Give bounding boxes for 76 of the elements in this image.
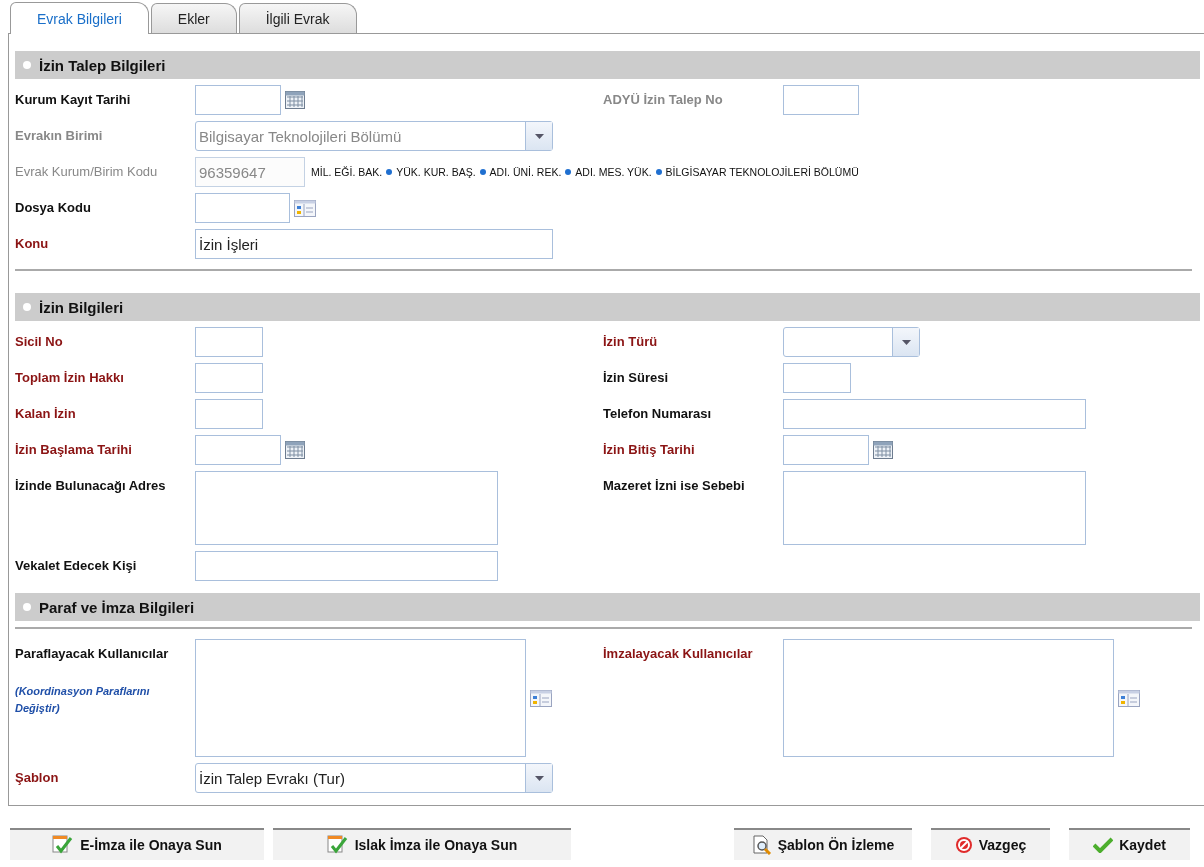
- text-field[interactable]: [195, 551, 498, 581]
- tab[interactable]: Ekler: [150, 3, 237, 33]
- field-label: İmzalayacak Kullanıcılar: [603, 645, 754, 663]
- dropdown-arrow-icon: [534, 775, 544, 781]
- field-label: İzinde Bulunacağı Adres: [15, 477, 167, 495]
- field-label: ADYÜ İzin Talep No: [603, 91, 724, 109]
- action-button[interactable]: Kaydet: [1069, 828, 1190, 860]
- unit-path-item: BİLGİSAYAR TEKNOLOJİLERİ BÖLÜMÜ: [665, 166, 859, 178]
- unit-path-item: YÜK. KUR. BAŞ.: [396, 166, 476, 178]
- prohibited-icon: [954, 836, 973, 854]
- field-label: İzin Süresi: [603, 369, 670, 387]
- action-button[interactable]: Vazgeç: [931, 828, 1050, 860]
- separator-dot-icon: [655, 169, 662, 175]
- text-field[interactable]: [783, 399, 1086, 429]
- text-area[interactable]: [783, 471, 1086, 545]
- field-label: Sicil No: [15, 333, 64, 351]
- text-field[interactable]: [195, 363, 263, 393]
- field-label: İzin Başlama Tarihi: [15, 441, 133, 459]
- tab[interactable]: İlgili Evrak: [238, 3, 357, 33]
- action-button[interactable]: E-İmza ile Onaya Sun: [10, 828, 264, 860]
- dropdown-field[interactable]: [783, 327, 920, 357]
- list-icon[interactable]: [294, 199, 316, 217]
- calendar-icon[interactable]: [873, 441, 893, 459]
- field-label: Evrakın Birimi: [15, 127, 104, 145]
- text-field[interactable]: [783, 85, 859, 115]
- field-label: Şablon: [15, 769, 60, 787]
- field-label: İzin Bitiş Tarihi: [603, 441, 696, 459]
- document-magnifier-icon: [751, 835, 772, 855]
- field-label: Toplam İzin Hakkı: [15, 369, 125, 387]
- field-label: Kurum Kayıt Tarihi: [15, 91, 132, 109]
- unit-path-item: ADI. ÜNİ. REK.: [489, 166, 562, 178]
- action-button[interactable]: Islak İmza ile Onaya Sun: [273, 828, 571, 860]
- field-label: Telefon Numarası: [603, 405, 713, 423]
- unit-path-item: MİL. EĞİ. BAK.: [311, 166, 383, 178]
- text-field[interactable]: [195, 85, 281, 115]
- separator-dot-icon: [386, 169, 393, 175]
- field-label: Konu: [15, 235, 50, 253]
- field-label: Mazeret İzni ise Sebebi: [603, 477, 746, 495]
- bullet-icon: [23, 303, 31, 311]
- document-check-icon: [326, 835, 349, 855]
- field-label: Paraflayacak Kullanıcılar: [15, 645, 170, 661]
- user-list-box[interactable]: [783, 639, 1114, 757]
- bullet-icon: [23, 61, 31, 69]
- text-field[interactable]: [195, 435, 281, 465]
- text-field[interactable]: [195, 399, 263, 429]
- calendar-icon[interactable]: [285, 441, 305, 459]
- field-label: Evrak Kurum/Birim Kodu: [15, 163, 159, 181]
- dropdown-arrow-icon: [534, 133, 544, 139]
- text-area[interactable]: [195, 471, 498, 545]
- check-icon: [1093, 837, 1114, 853]
- calendar-icon[interactable]: [285, 91, 305, 109]
- coordination-link[interactable]: (Koordinasyon Paraflarını Değiştir): [15, 683, 165, 716]
- list-icon[interactable]: [1118, 689, 1140, 707]
- section-title: İzin Talep Bilgileri: [39, 56, 166, 74]
- section-title: Paraf ve İmza Bilgileri: [39, 598, 195, 616]
- text-field[interactable]: [783, 435, 869, 465]
- text-field[interactable]: [783, 363, 851, 393]
- text-field[interactable]: [195, 327, 263, 357]
- action-button[interactable]: Şablon Ön İzleme: [734, 828, 912, 860]
- separator-dot-icon: [479, 169, 486, 175]
- dropdown-arrow-icon: [901, 339, 911, 345]
- bullet-icon: [23, 603, 31, 611]
- user-list-box[interactable]: [195, 639, 526, 757]
- field-label: Dosya Kodu: [15, 199, 92, 217]
- document-check-icon: [52, 835, 75, 855]
- section-title: İzin Bilgileri: [39, 298, 124, 316]
- text-field[interactable]: [195, 193, 290, 223]
- field-label: İzin Türü: [603, 333, 659, 351]
- unit-path-item: ADI. MES. YÜK.: [575, 166, 652, 178]
- tab[interactable]: Evrak Bilgileri: [10, 2, 149, 34]
- list-icon[interactable]: [530, 689, 552, 707]
- text-field[interactable]: İzin İşleri: [195, 229, 553, 259]
- dropdown-field[interactable]: İzin Talep Evrakı (Tur): [195, 763, 553, 793]
- field-label: Vekalet Edecek Kişi: [15, 557, 138, 575]
- separator-dot-icon: [565, 169, 572, 175]
- field-label: Kalan İzin: [15, 405, 77, 423]
